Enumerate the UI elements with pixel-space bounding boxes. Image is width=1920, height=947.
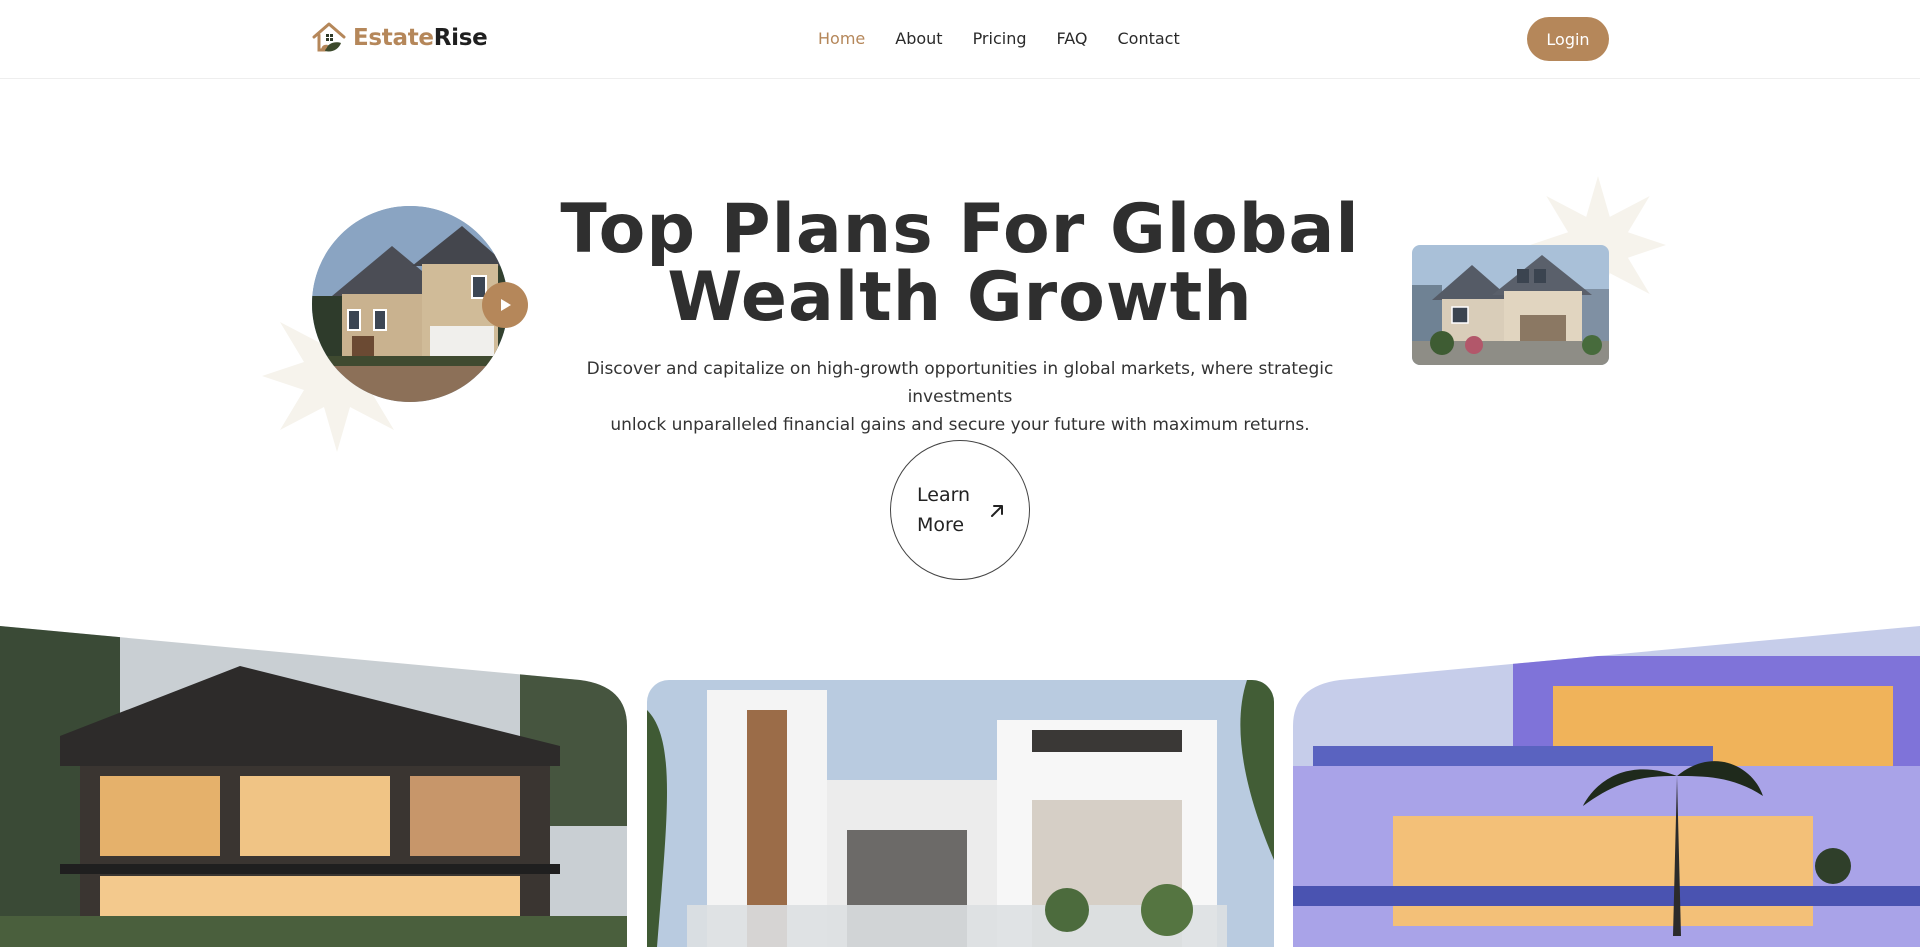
modern-house-left	[0, 626, 627, 947]
hero-subtitle-line1: Discover and capitalize on high-growth o…	[586, 359, 1334, 407]
hero-title: Top Plans For Global Wealth Growth	[460, 196, 1460, 332]
hero-subtitle-line2: unlock unparalleled financial gains and …	[610, 415, 1310, 435]
hero-title-line2: Wealth Growth	[667, 258, 1253, 337]
learn-more-label: Learn More	[917, 484, 971, 536]
main-nav: Home About Pricing FAQ Contact	[818, 29, 1210, 49]
hero-subtitle: Discover and capitalize on high-growth o…	[540, 355, 1380, 439]
learn-more-button[interactable]: Learn More	[890, 440, 1030, 580]
nav-about[interactable]: About	[895, 29, 942, 49]
brand-name-part2: Rise	[433, 25, 488, 51]
arrow-up-right-icon	[991, 505, 1003, 517]
brand-name: EstateRise	[353, 25, 488, 51]
house-leaf-icon	[312, 22, 346, 52]
modern-house-center	[647, 680, 1274, 947]
site-header: EstateRise Home About Pricing FAQ Contac…	[0, 0, 1920, 79]
brand-logo[interactable]: EstateRise	[311, 20, 488, 56]
property-card-right[interactable]	[1293, 626, 1920, 947]
nav-faq[interactable]: FAQ	[1057, 29, 1088, 49]
nav-pricing[interactable]: Pricing	[973, 29, 1027, 49]
nav-home[interactable]: Home	[818, 29, 865, 49]
brand-name-part1: Estate	[353, 25, 434, 51]
property-card-center[interactable]	[647, 680, 1274, 947]
login-button[interactable]: Login	[1527, 17, 1609, 61]
nav-contact[interactable]: Contact	[1118, 29, 1180, 49]
modern-house-right	[1293, 626, 1920, 947]
property-card-left[interactable]	[0, 626, 627, 947]
